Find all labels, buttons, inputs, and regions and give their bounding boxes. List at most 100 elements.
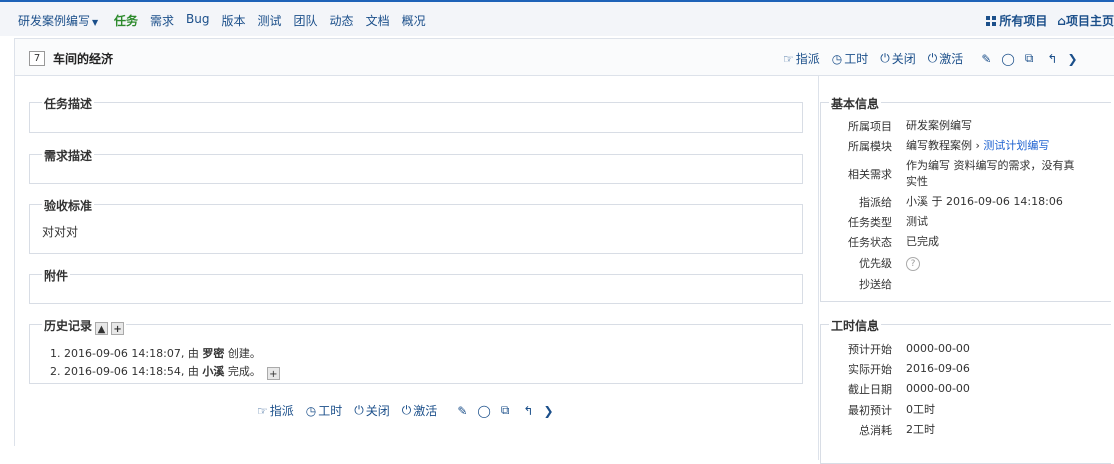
assigned-label: 指派给 <box>859 196 892 209</box>
history-num: 2. <box>50 365 61 378</box>
priority-label: 优先级 <box>859 257 892 270</box>
power-icon: ⏻ <box>354 403 364 417</box>
history-section: 历史记录 ▲ + 1. 2016-09-06 14:18:07, 由 罗密 创建。 … <box>29 317 803 384</box>
effort-info-legend: 工时信息 <box>829 317 882 334</box>
bottom-actions: ☞ 指派 ◷ 工时 ⏻ 关闭 ⏻ 激活 ✎ ◯ ⧉ ↰ ❯ <box>257 402 554 419</box>
assign-button[interactable]: ☞ 指派 <box>783 50 820 67</box>
edit-button-bottom[interactable]: ✎ <box>457 404 467 418</box>
sort-up-icon[interactable]: ▲ <box>95 322 109 335</box>
edit-button[interactable]: ✎ <box>981 52 991 66</box>
activate-button-label: 激活 <box>939 52 964 66</box>
chevron-right-icon: ❯ <box>543 403 554 418</box>
story-legend: 需求描述 <box>42 147 95 164</box>
pencil-icon: ✎ <box>981 51 992 66</box>
activate-button-bottom[interactable]: ⏻ 激活 <box>402 402 438 419</box>
chevron-right-icon: ❯ <box>1067 51 1078 66</box>
comment-button[interactable]: ◯ <box>1001 52 1014 66</box>
menu-item-overview[interactable]: 概况 <box>402 12 426 29</box>
question-circle-icon: ? <box>906 257 920 271</box>
clock-icon: ◷ <box>305 403 317 418</box>
history-time: 2016-09-06 14:18:07, 由 <box>64 347 199 360</box>
back-button-bottom[interactable]: ↰ <box>523 404 533 418</box>
task-title: 车间的经济 <box>53 52 114 66</box>
next-button-bottom[interactable]: ❯ <box>543 404 553 418</box>
project-home-link[interactable]: ⌂项目主页 <box>1057 12 1114 29</box>
desc-legend: 任务描述 <box>42 95 95 112</box>
history-item: 2. 2016-09-06 14:18:54, 由 小溪 完成。 + <box>50 363 280 381</box>
history-action: 完成。 <box>227 365 261 378</box>
power-icon: ⏻ <box>927 51 938 65</box>
module-child-link[interactable]: 测试计划编写 <box>983 139 1049 152</box>
hand-pointer-icon: ☞ <box>257 403 268 418</box>
type-value: 测试 <box>906 215 928 228</box>
history-action: 创建。 <box>227 347 261 360</box>
task-id-badge: 7 <box>29 51 45 66</box>
comment-button-bottom[interactable]: ◯ <box>477 404 490 418</box>
deadline-value: 0000-00-00 <box>906 382 970 395</box>
close-button[interactable]: ⏻ 关闭 <box>880 50 916 67</box>
story-link[interactable]: 作为编写 资料编写的需求，没有真实性 <box>906 158 1076 190</box>
copy-button-bottom[interactable]: ⧉ <box>501 403 510 418</box>
consumed-value: 2工时 <box>906 423 935 436</box>
close-button-label: 关闭 <box>891 52 916 66</box>
estimate-label: 最初预计 <box>848 404 892 417</box>
history-actor: 罗密 <box>202 347 225 360</box>
effort-button[interactable]: ◷ 工时 <box>832 50 869 67</box>
project-home-label: 项目主页 <box>1065 14 1114 28</box>
activate-button-label: 激活 <box>413 404 438 418</box>
basic-info-legend: 基本信息 <box>829 95 882 112</box>
files-legend: 附件 <box>42 267 71 284</box>
assign-button-label: 指派 <box>269 404 294 418</box>
effort-info-section: 工时信息 预计开始 0000-00-00 实际开始 2016-09-06 截止日… <box>820 317 1111 464</box>
hand-pointer-icon: ☞ <box>783 51 794 66</box>
status-label: 任务状态 <box>848 236 892 249</box>
story-label: 相关需求 <box>848 168 892 181</box>
all-projects-link[interactable]: 所有项目 <box>986 12 1047 29</box>
effort-button-label: 工时 <box>844 52 869 66</box>
history-legend-label: 历史记录 <box>44 319 93 333</box>
menu-item-dynamic[interactable]: 动态 <box>330 12 354 29</box>
expand-all-icon[interactable]: + <box>111 322 125 335</box>
history-actor: 小溪 <box>202 365 225 378</box>
real-start-label: 实际开始 <box>848 363 892 376</box>
power-icon: ⏻ <box>401 403 412 417</box>
back-button[interactable]: ↰ <box>1047 52 1057 66</box>
deadline-label: 截止日期 <box>848 383 892 396</box>
next-button[interactable]: ❯ <box>1067 52 1077 66</box>
menu-item-story[interactable]: 需求 <box>150 12 174 29</box>
assign-button-label: 指派 <box>795 52 820 66</box>
menu-item-build[interactable]: 版本 <box>222 12 246 29</box>
caret-down-icon: ▼ <box>92 18 99 27</box>
effort-button-bottom[interactable]: ◷ 工时 <box>306 402 343 419</box>
project-link[interactable]: 研发案例编写 <box>906 118 1091 134</box>
assigned-value: 小溪 于 2016-09-06 14:18:06 <box>906 195 1063 208</box>
main-panel: 任务描述 需求描述 验收标准 对对对 附件 历史记录 ▲ + 1. 2016-09-… <box>14 76 818 446</box>
menu-item-test[interactable]: 测试 <box>258 12 282 29</box>
consumed-label: 总消耗 <box>859 424 892 437</box>
menu-item-team[interactable]: 团队 <box>294 12 318 29</box>
top-nav: 研发案例编写 ▼ 任务 需求 Bug 版本 测试 团队 动态 文档 概况 所有项目… <box>0 0 1114 36</box>
menu-item-bug[interactable]: Bug <box>186 12 209 29</box>
copy-button[interactable]: ⧉ <box>1025 51 1034 66</box>
activate-button[interactable]: ⏻ 激活 <box>928 50 964 67</box>
reply-icon: ↰ <box>523 403 534 418</box>
status-value: 已完成 <box>906 235 939 248</box>
files-section: 附件 <box>29 267 803 304</box>
power-icon: ⏻ <box>880 51 890 65</box>
project-switcher[interactable]: 研发案例编写 ▼ <box>18 12 98 29</box>
menu-item-task[interactable]: 任务 <box>114 12 138 29</box>
story-section: 需求描述 <box>29 147 803 184</box>
assign-button-bottom[interactable]: ☞ 指派 <box>257 402 294 419</box>
expand-history-icon[interactable]: + <box>266 367 280 380</box>
close-button-bottom[interactable]: ⏻ 关闭 <box>354 402 390 419</box>
history-time: 2016-09-06 14:18:54, 由 <box>64 365 199 378</box>
all-projects-label: 所有项目 <box>999 14 1048 28</box>
est-start-label: 预计开始 <box>848 343 892 356</box>
history-item: 1. 2016-09-06 14:18:07, 由 罗密 创建。 <box>50 345 280 363</box>
menu-item-doc[interactable]: 文档 <box>366 12 390 29</box>
history-num: 1. <box>50 347 61 360</box>
effort-button-label: 工时 <box>318 404 343 418</box>
home-icon: ⌂ <box>1057 14 1066 28</box>
desc-section: 任务描述 <box>29 95 803 133</box>
module-sep: › <box>975 139 980 152</box>
